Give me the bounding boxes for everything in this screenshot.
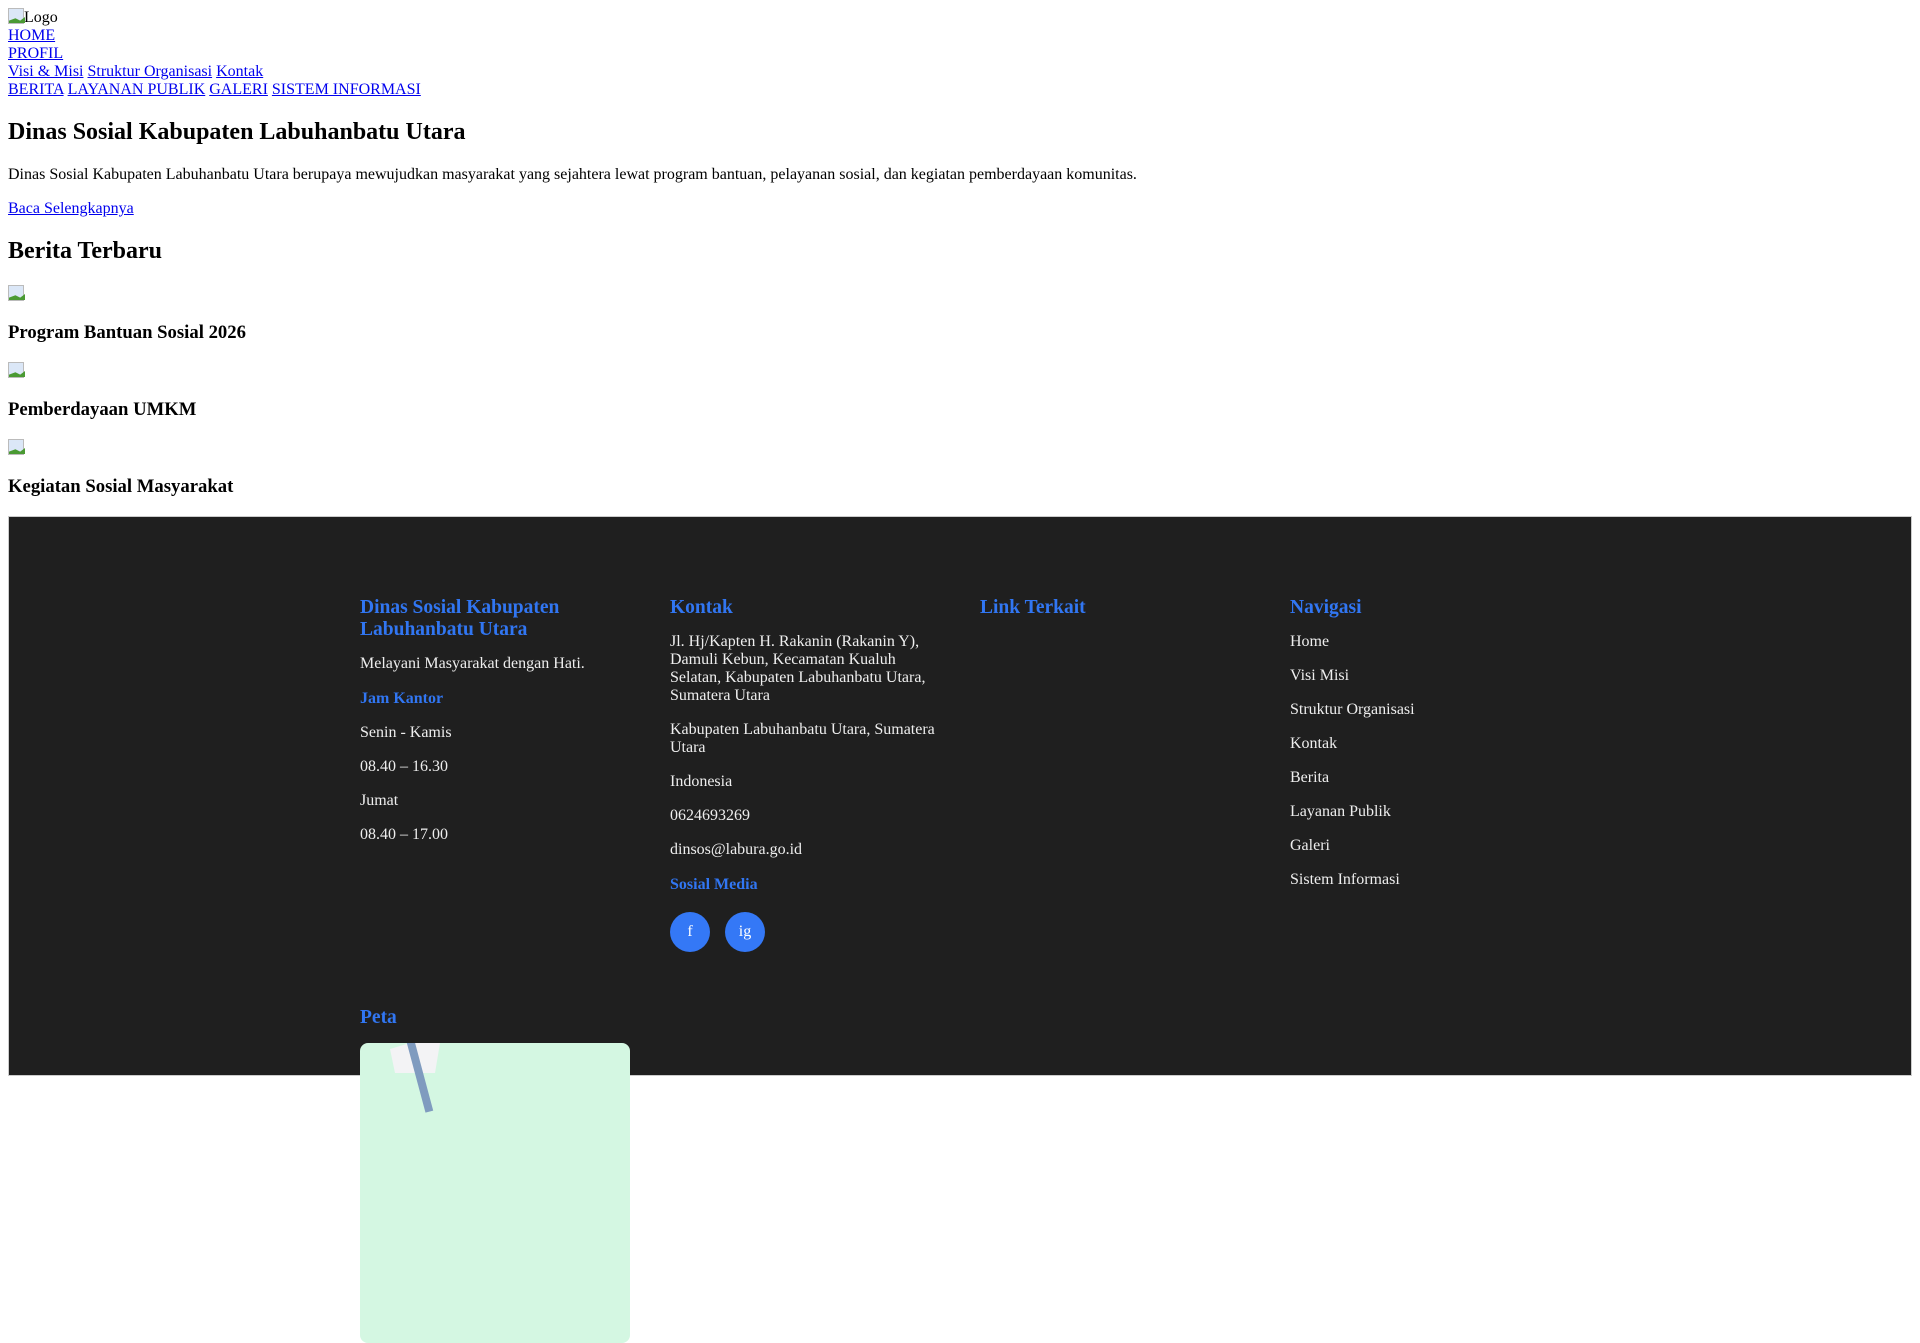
hours-time: 08.40 – 17.00 <box>360 826 448 843</box>
footer-nav-item[interactable]: Kontak <box>1290 735 1560 753</box>
contact-title: Kontak <box>670 597 733 618</box>
logo: Logo <box>8 8 1912 27</box>
news-image-icon <box>8 439 24 455</box>
page-title: Dinas Sosial Kabupaten Labuhanbatu Utara <box>8 119 466 145</box>
facebook-icon[interactable]: f <box>670 912 710 952</box>
hero-description: Dinas Sosial Kabupaten Labuhanbatu Utara… <box>8 166 1137 183</box>
footer-tagline: Melayani Masyarakat dengan Hati. <box>360 655 585 672</box>
social-title: Sosial Media <box>670 876 758 893</box>
footer: Dinas Sosial Kabupaten Labuhanbatu Utara… <box>8 516 1912 1343</box>
contact-email: dinsos@labura.go.id <box>670 841 803 858</box>
nav-home[interactable]: HOME <box>8 27 55 44</box>
nav-profil[interactable]: PROFIL <box>8 45 63 62</box>
footer-nav-item[interactable]: Galeri <box>1290 837 1560 855</box>
nav-galeri[interactable]: GALERI <box>209 81 268 98</box>
hours-days: Jumat <box>360 792 399 809</box>
footer-nav-item[interactable]: Visi Misi <box>1290 667 1560 685</box>
map-title: Peta <box>360 1007 397 1028</box>
news-item[interactable]: Pemberdayaan UMKM <box>8 362 1912 421</box>
news-image-icon <box>8 362 24 378</box>
footer-nav: Navigasi Home Visi Misi Struktur Organis… <box>1290 597 1560 952</box>
footer-nav-item[interactable]: Layanan Publik <box>1290 803 1560 821</box>
office-hours-title: Jam Kantor <box>360 690 444 707</box>
footer-links: Link Terkait <box>980 597 1250 952</box>
nav-kontak[interactable]: Kontak <box>216 63 263 80</box>
news-image-icon <box>8 285 24 301</box>
news-item[interactable]: Kegiatan Sosial Masyarakat <box>8 439 1912 498</box>
nav-berita[interactable]: BERITA <box>8 81 64 98</box>
nav-sistem-informasi[interactable]: SISTEM INFORMASI <box>272 81 421 98</box>
footer-nav-item[interactable]: Sistem Informasi <box>1290 871 1560 889</box>
footer-contact: Kontak Jl. Hj/Kapten H. Rakanin (Rakanin… <box>670 597 940 952</box>
footer-nav-item[interactable]: Struktur Organisasi <box>1290 701 1560 719</box>
contact-address: Jl. Hj/Kapten H. Rakanin (Rakanin Y), Da… <box>670 633 926 704</box>
footer-nav-item[interactable]: Home <box>1290 633 1560 651</box>
contact-phone: 0624693269 <box>670 807 750 824</box>
embedded-map[interactable] <box>360 1043 630 1343</box>
footer-org-title: Dinas Sosial Kabupaten Labuhanbatu Utara <box>360 597 560 640</box>
footer-nav-title: Navigasi <box>1290 597 1362 618</box>
contact-country: Indonesia <box>670 773 733 790</box>
hours-time: 08.40 – 16.30 <box>360 758 448 775</box>
news-title[interactable]: Pemberdayaan UMKM <box>8 399 1912 421</box>
footer-about: Dinas Sosial Kabupaten Labuhanbatu Utara… <box>360 597 630 952</box>
hours-days: Senin - Kamis <box>360 724 452 741</box>
read-more-link[interactable]: Baca Selengkapnya <box>8 200 134 217</box>
logo-alt-text: Logo <box>24 9 58 26</box>
nav-visi-misi[interactable]: Visi & Misi <box>8 63 84 80</box>
nav-layanan[interactable]: LAYANAN PUBLIK <box>68 81 206 98</box>
contact-region: Kabupaten Labuhanbatu Utara, Sumatera Ut… <box>670 721 935 756</box>
main-nav: HOME PROFIL Visi & Misi Struktur Organis… <box>8 27 1912 99</box>
news-title[interactable]: Program Bantuan Sosial 2026 <box>8 322 1912 344</box>
footer-nav-item[interactable]: Berita <box>1290 769 1560 787</box>
instagram-icon[interactable]: ig <box>725 912 765 952</box>
broken-image-icon <box>8 8 24 24</box>
news-item[interactable]: Program Bantuan Sosial 2026 <box>8 285 1912 344</box>
news-section-title: Berita Terbaru <box>8 238 162 264</box>
map-section: Peta <box>360 1007 1560 1343</box>
news-title[interactable]: Kegiatan Sosial Masyarakat <box>8 476 1912 498</box>
links-title: Link Terkait <box>980 597 1086 618</box>
nav-struktur[interactable]: Struktur Organisasi <box>88 63 213 80</box>
